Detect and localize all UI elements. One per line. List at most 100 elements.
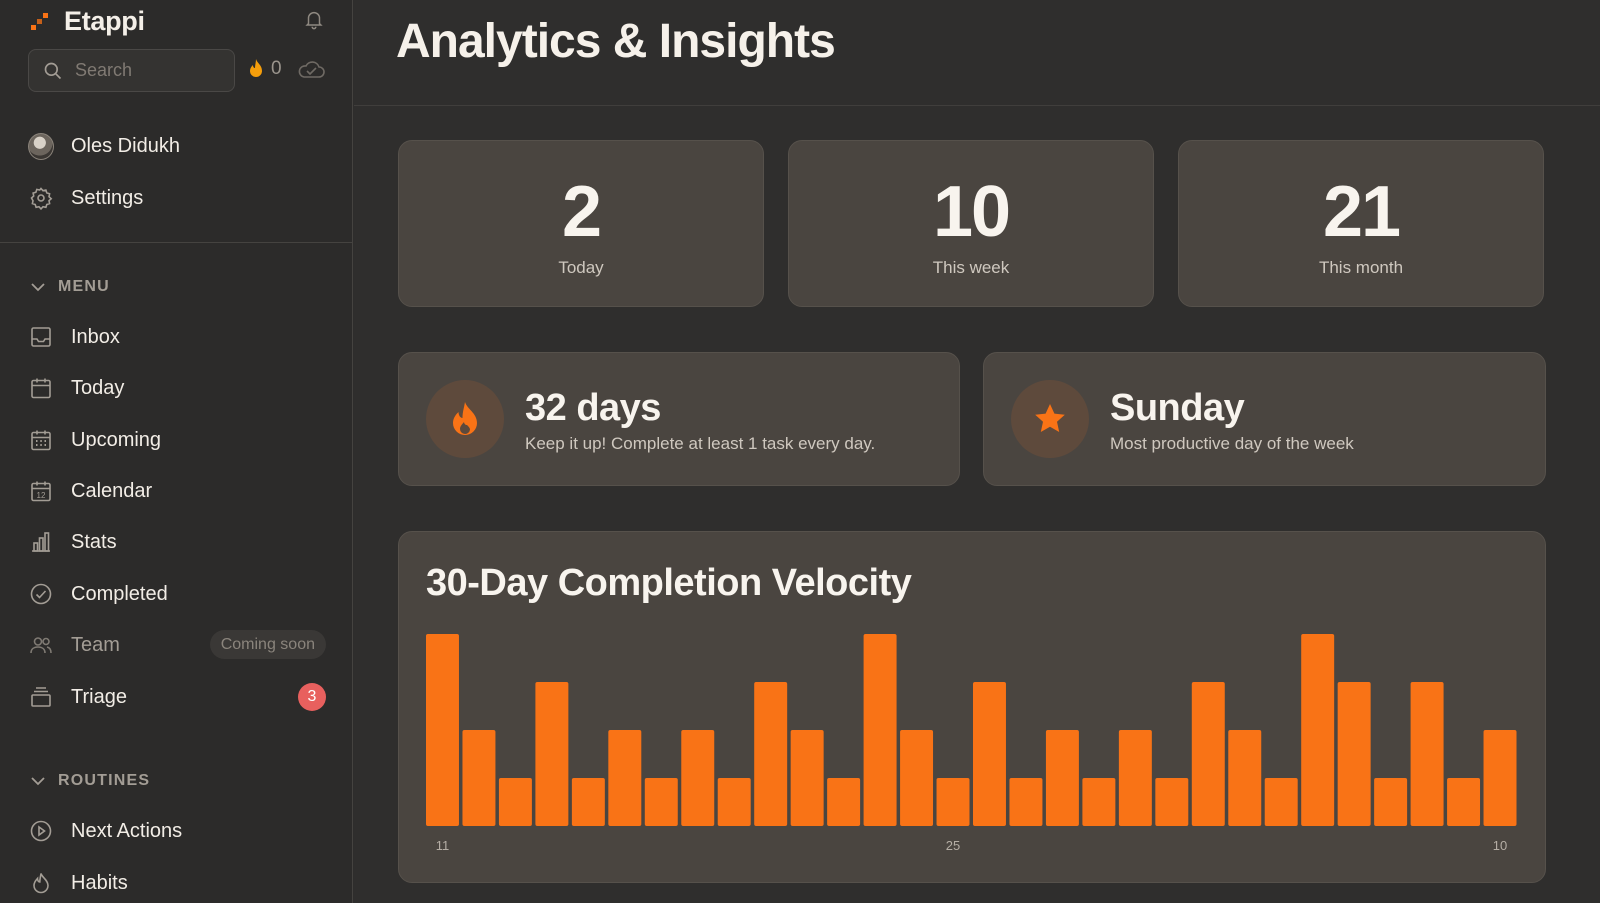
sidebar-item-triage[interactable]: Triage 3 [28, 680, 326, 714]
user-profile[interactable]: Oles Didukh [28, 129, 326, 163]
user-name: Oles Didukh [71, 134, 180, 157]
x-tick-label: 25 [946, 838, 960, 853]
velocity-chart-card: 30-Day Completion Velocity 11 25 10 [398, 531, 1546, 883]
sidebar-item-calendar[interactable]: 12 Calendar [28, 474, 326, 508]
velocity-bar [644, 778, 678, 826]
header-divider [354, 105, 1600, 106]
stat-value: 10 [932, 172, 1011, 252]
search-input[interactable] [75, 60, 215, 81]
velocity-bar [608, 730, 642, 826]
stat-caption: This week [932, 258, 1010, 277]
sidebar-item-habits[interactable]: Habits [28, 866, 326, 900]
velocity-bar [1191, 682, 1225, 826]
velocity-bar [1155, 778, 1189, 826]
stat-card-today: 2 Today [398, 140, 764, 307]
velocity-bar [790, 730, 824, 826]
menu-header-label: MENU [58, 278, 110, 295]
calendar-upcoming-icon [31, 430, 51, 451]
velocity-bar [936, 778, 970, 826]
velocity-bar [1082, 778, 1116, 826]
team-icon [30, 637, 52, 654]
velocity-bar [717, 778, 751, 826]
check-circle-icon [30, 583, 52, 605]
brand[interactable]: Etappi [28, 4, 145, 38]
stat-value: 21 [1322, 172, 1401, 252]
settings-label: Settings [71, 186, 144, 209]
velocity-bar [462, 730, 496, 826]
gear-icon [30, 187, 53, 210]
velocity-bar [1009, 778, 1043, 826]
routines-section-header[interactable]: ROUTINES [30, 772, 150, 790]
velocity-bar [973, 682, 1006, 826]
bell-icon[interactable] [303, 8, 325, 30]
streak-icon-circle [426, 380, 504, 458]
velocity-bar [827, 778, 861, 826]
avatar [28, 132, 54, 160]
velocity-bar [1118, 730, 1152, 826]
streak-count: 0 [271, 58, 282, 79]
streak-counter[interactable]: 0 [247, 58, 282, 80]
menu-section-header[interactable]: MENU [30, 278, 110, 296]
velocity-bar [681, 730, 715, 826]
sidebar: Etappi 0 Oles Didukh Settings [0, 0, 353, 903]
app-name: Etappi [64, 5, 145, 36]
velocity-bar [1483, 730, 1517, 826]
sidebar-item-next-actions[interactable]: Next Actions [28, 814, 326, 848]
velocity-bar [1447, 778, 1481, 826]
sidebar-item-label: Triage [71, 685, 127, 708]
sidebar-item-label: Upcoming [71, 428, 162, 451]
search-box[interactable] [28, 49, 235, 92]
settings-item[interactable]: Settings [28, 181, 326, 215]
chevron-down-icon [31, 283, 45, 292]
velocity-bar [1337, 682, 1371, 826]
star-icon [1035, 404, 1065, 432]
velocity-bar [1410, 682, 1444, 826]
sidebar-item-label: Next Actions [71, 819, 183, 842]
velocity-bar [535, 682, 569, 826]
stat-card-week: 10 This week [788, 140, 1154, 307]
sidebar-item-stats[interactable]: Stats [28, 525, 326, 559]
sidebar-item-label: Calendar [71, 479, 153, 502]
sidebar-item-upcoming[interactable]: Upcoming [28, 423, 326, 457]
x-tick-label: 11 [436, 838, 450, 853]
velocity-bar [754, 682, 788, 826]
star-icon-circle [1011, 380, 1089, 458]
streak-card: 32 days Keep it up! Complete at least 1 … [398, 352, 960, 486]
etappi-logo-icon [31, 13, 48, 30]
flame-icon [250, 59, 262, 77]
sidebar-item-today[interactable]: Today [28, 371, 326, 405]
stat-caption: This month [1318, 258, 1404, 277]
streak-subtitle: Keep it up! Complete at least 1 task eve… [525, 434, 876, 453]
coming-soon-pill: Coming soon [209, 630, 326, 659]
triage-icon [31, 687, 51, 707]
velocity-bar [571, 778, 605, 826]
productive-day-subtitle: Most productive day of the week [1110, 434, 1354, 453]
page-title: Analytics & Insights [396, 15, 836, 68]
triage-count-badge: 3 [298, 683, 326, 711]
velocity-bar [863, 634, 897, 826]
stat-card-month: 21 This month [1178, 140, 1544, 307]
streak-title: 32 days [525, 387, 661, 429]
sidebar-item-label: Stats [71, 530, 117, 553]
sidebar-divider [0, 242, 353, 243]
velocity-bar [1301, 634, 1335, 826]
velocity-bar-chart: 11 25 10 [426, 634, 1517, 853]
velocity-bar [1374, 778, 1408, 826]
main-content: Analytics & Insights 2 Today 10 This wee… [354, 0, 1600, 903]
sidebar-item-label: Today [71, 376, 125, 399]
velocity-bar [1264, 778, 1298, 826]
svg-text:12: 12 [37, 491, 46, 500]
x-tick-label: 10 [1493, 838, 1507, 853]
velocity-bar [1228, 730, 1262, 826]
velocity-bar [900, 730, 934, 826]
search-icon [44, 62, 62, 79]
sidebar-item-label: Completed [71, 582, 168, 605]
flame-icon [33, 873, 49, 894]
sidebar-item-completed[interactable]: Completed [28, 577, 326, 611]
calendar-today-icon [31, 378, 51, 399]
flame-icon [453, 402, 477, 435]
sidebar-item-inbox[interactable]: Inbox [28, 320, 326, 354]
cloud-sync-icon[interactable] [296, 58, 326, 82]
sidebar-item-label: Inbox [71, 325, 120, 348]
sidebar-item-team[interactable]: Team Coming soon [28, 628, 326, 662]
